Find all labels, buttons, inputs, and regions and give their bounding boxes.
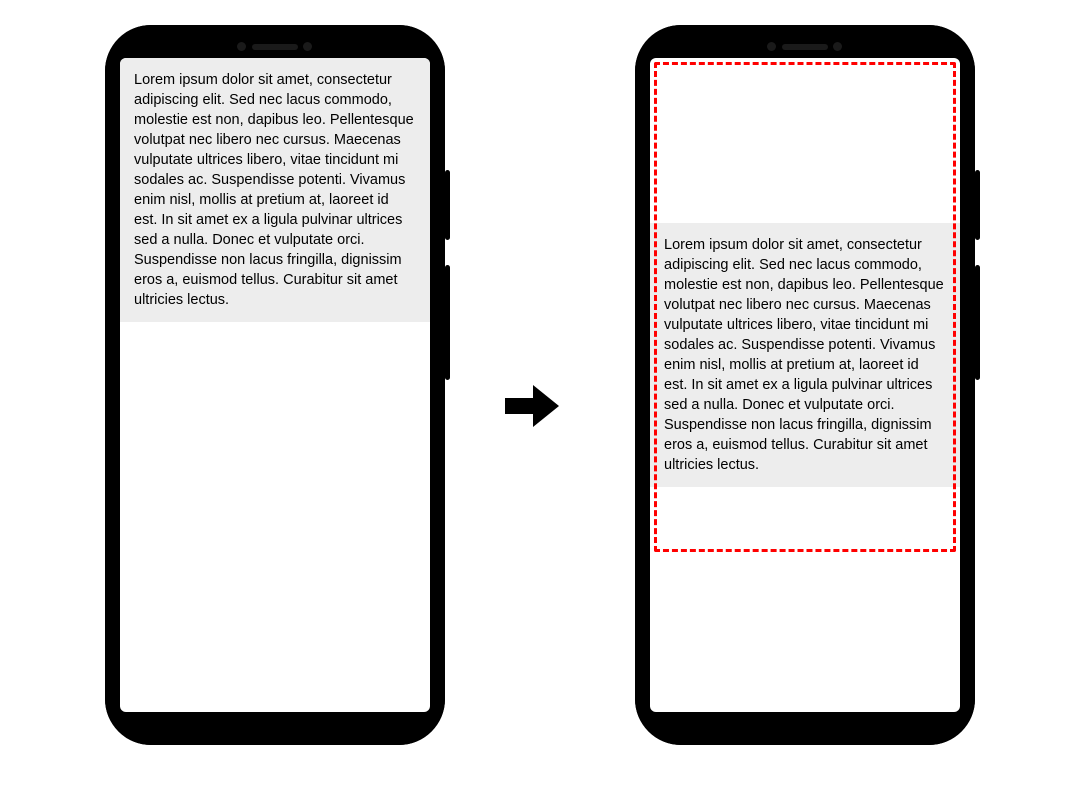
speaker-grille [782, 44, 828, 50]
diagram-stage: Lorem ipsum dolor sit amet, consectetur … [0, 0, 1080, 810]
front-camera-icon [303, 42, 312, 51]
volume-button [975, 265, 980, 380]
phone-after: Lorem ipsum dolor sit amet, consectetur … [635, 25, 975, 745]
phone-body: Lorem ipsum dolor sit amet, consectetur … [114, 34, 436, 736]
phone-before: Lorem ipsum dolor sit amet, consectetur … [105, 25, 445, 745]
speaker-grille [252, 44, 298, 50]
volume-button [445, 265, 450, 380]
screen-after: Lorem ipsum dolor sit amet, consectetur … [650, 58, 960, 712]
text-block-before: Lorem ipsum dolor sit amet, consectetur … [120, 58, 430, 322]
phone-body: Lorem ipsum dolor sit amet, consectetur … [644, 34, 966, 736]
power-button [445, 170, 450, 240]
sensor-icon [767, 42, 776, 51]
sensor-icon [237, 42, 246, 51]
screen-before: Lorem ipsum dolor sit amet, consectetur … [120, 58, 430, 712]
front-camera-icon [833, 42, 842, 51]
power-button [975, 170, 980, 240]
constraint-bounds-overlay [654, 62, 956, 552]
arrow-right-icon [505, 385, 559, 427]
